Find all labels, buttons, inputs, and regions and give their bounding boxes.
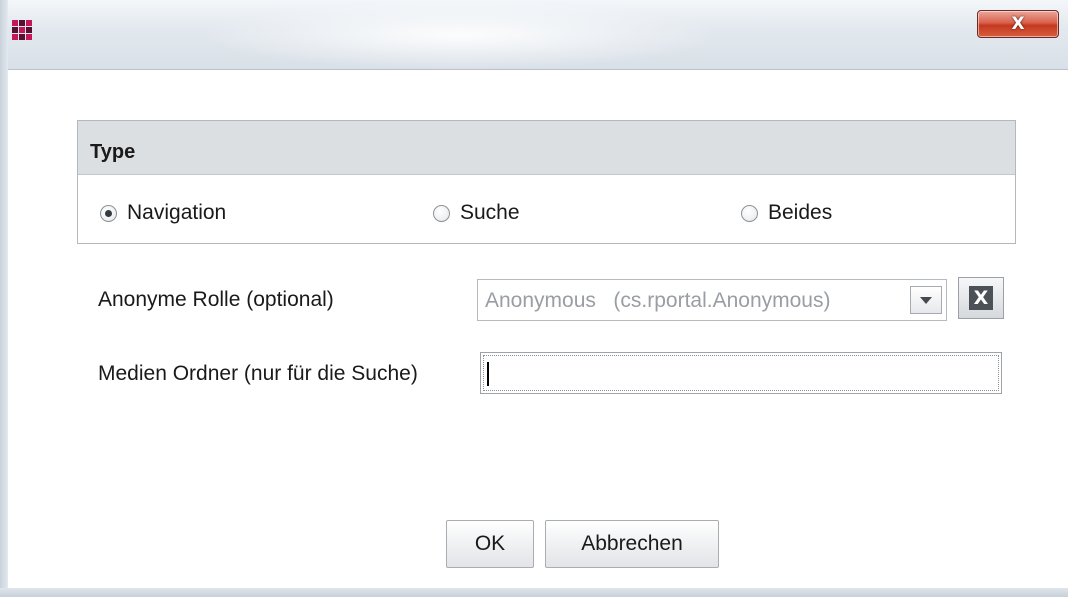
type-group-header: Type [78,121,1015,175]
chevron-down-icon [920,296,932,304]
radio-navigation[interactable]: Navigation [100,201,226,225]
role-select[interactable]: Anonymous (cs.rportal.Anonymous) [477,279,947,321]
radio-suche[interactable]: Suche [433,201,520,225]
radio-unchecked-icon[interactable] [741,204,758,222]
type-group: Type Navigation Suche Beides [77,120,1016,244]
radio-navigation-label: Navigation [127,201,227,224]
radio-beides-label: Beides [768,201,833,224]
media-folder-label: Medien Ordner (nur für die Suche) [98,362,418,385]
app-icon [12,20,32,40]
text-caret [487,362,489,386]
radio-checked-icon[interactable] [100,204,117,222]
dialog-window: X Type Navigation Suche Beides Anonyme R… [0,0,1068,597]
dropdown-arrow-button[interactable] [910,286,942,314]
close-icon: X [1011,14,1025,34]
close-button[interactable]: X [977,10,1059,38]
close-icon: X [969,286,993,310]
window-frame-left [0,0,8,597]
title-bar[interactable]: X [0,0,1068,70]
ok-button[interactable]: OK [446,520,534,568]
clear-role-button[interactable]: X [958,277,1004,319]
radio-suche-label: Suche [460,201,520,224]
cancel-button[interactable]: Abbrechen [545,520,719,568]
role-label: Anonyme Rolle (optional) [98,288,334,311]
radio-unchecked-icon[interactable] [433,204,450,222]
window-frame-bottom [0,588,1068,597]
radio-beides[interactable]: Beides [741,201,832,225]
media-folder-input[interactable] [480,352,1002,394]
role-select-value: Anonymous (cs.rportal.Anonymous) [485,289,831,312]
type-group-title: Type [90,141,136,163]
